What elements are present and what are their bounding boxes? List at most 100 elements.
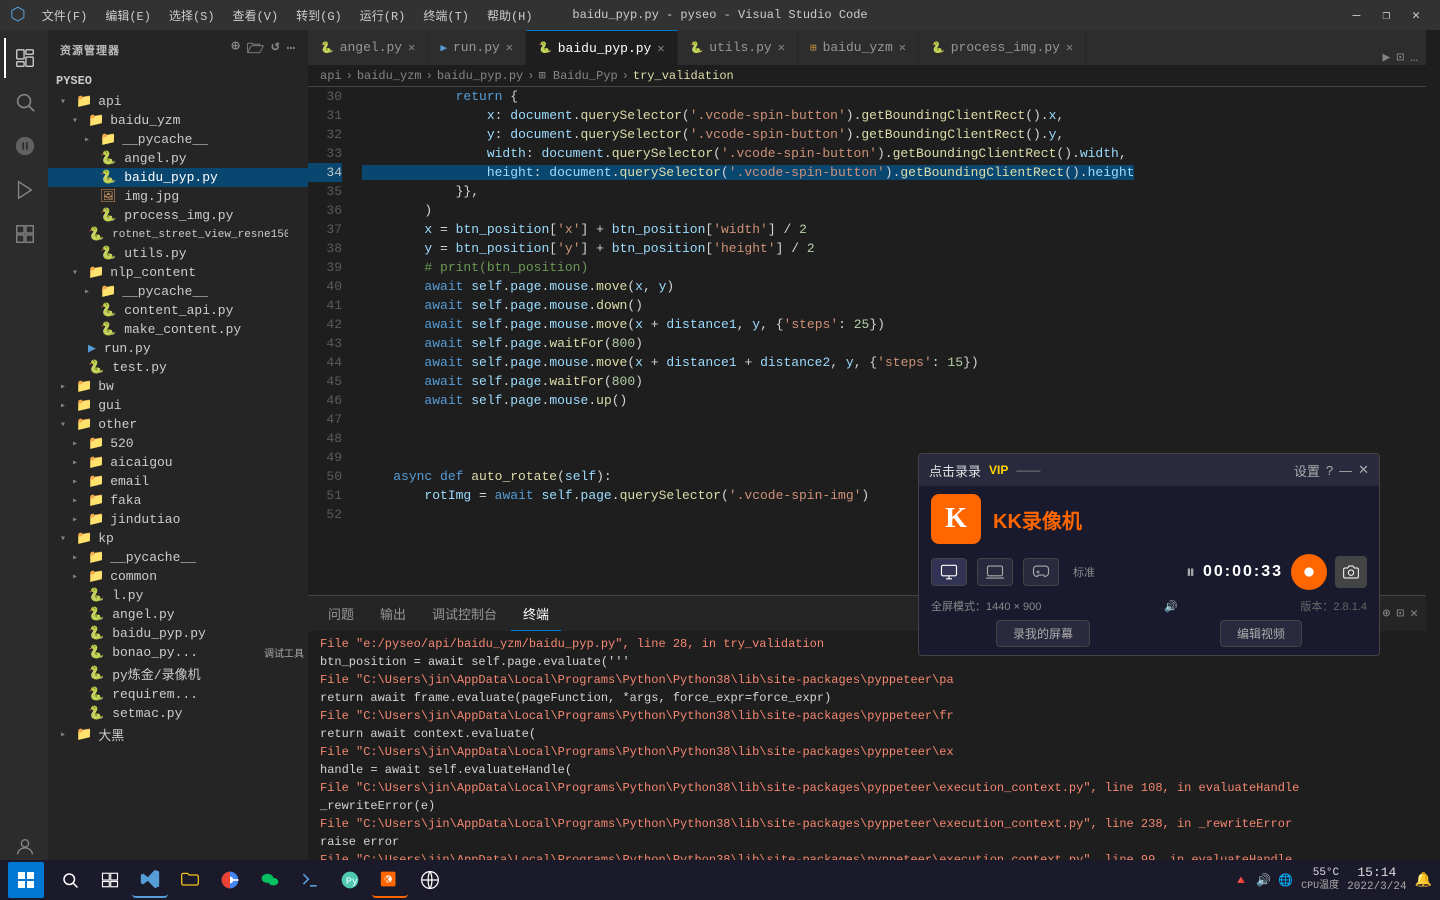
tree-item-angel-py[interactable]: 🐍angel.py [48, 149, 308, 168]
taskbar-terminal[interactable] [292, 862, 328, 898]
activity-explorer[interactable] [4, 38, 44, 78]
tree-item-baidu-pyp2[interactable]: 🐍baidu_pyp.py [48, 624, 308, 643]
menu-select[interactable]: 选择(S) [161, 5, 223, 26]
tab-baidu-yzm[interactable]: ⊞baidu_yzm ✕ [798, 30, 919, 65]
taskbar-kk-recorder[interactable]: K [372, 862, 408, 898]
tree-item-faka[interactable]: ▸📁faka [48, 491, 308, 510]
tab-close-process[interactable]: ✕ [1066, 40, 1073, 55]
activity-debug[interactable] [4, 170, 44, 210]
panel-content[interactable]: File "e:/pyseo/api/baidu_yzm/baidu_pyp.p… [308, 631, 1426, 875]
tree-item-process-img[interactable]: 🐍process_img.py [48, 206, 308, 225]
split-button[interactable]: ⊡ [1396, 50, 1404, 65]
tab-close-baidu-pyp[interactable]: ✕ [657, 41, 664, 56]
taskbar-browser2[interactable] [412, 862, 448, 898]
menu-run[interactable]: 运行(R) [352, 5, 414, 26]
activity-extensions[interactable] [4, 214, 44, 254]
tree-item-pylianji[interactable]: 🐍py炼金/录像机 [48, 662, 308, 685]
panel-tab-debug[interactable]: 调试控制台 [420, 596, 509, 631]
tab-close-run[interactable]: ✕ [506, 40, 513, 55]
collapse-button[interactable]: … [287, 38, 296, 62]
kk-edit-video-button[interactable]: 编辑视频 [1220, 620, 1302, 647]
tree-item-jindutiao[interactable]: ▸📁jindutiao [48, 510, 308, 529]
tab-close-utils[interactable]: ✕ [778, 40, 785, 55]
kk-screenshot-button[interactable] [1335, 556, 1367, 588]
start-button[interactable] [8, 862, 44, 898]
tree-item-email[interactable]: ▸📁email [48, 472, 308, 491]
panel-tab-output[interactable]: 输出 [368, 596, 418, 631]
breadcrumb-method[interactable]: try_validation [633, 69, 734, 83]
tree-item-test[interactable]: 🐍test.py [48, 358, 308, 377]
kk-my-screen-button[interactable]: 录我的屏幕 [996, 620, 1090, 647]
panel-close-button[interactable]: ✕ [1410, 606, 1418, 621]
tree-item-baidu-yzm[interactable]: ▾📁baidu_yzm [48, 111, 308, 130]
kk-laptop-btn[interactable] [977, 558, 1013, 586]
menu-terminal[interactable]: 终端(T) [415, 5, 477, 26]
tree-item-requirem[interactable]: 🐍requirem... [48, 685, 308, 704]
kk-record-button[interactable] [1291, 554, 1327, 590]
tree-item-make-content[interactable]: 🐍make_content.py [48, 320, 308, 339]
kk-title-right[interactable]: 设置 ? — ✕ [1294, 461, 1369, 480]
panel-split-button[interactable]: ⊡ [1396, 606, 1404, 621]
tree-item-pycache3[interactable]: ▸📁__pycache__ [48, 548, 308, 567]
tree-item-rotnet[interactable]: 🐍rotnet_street_view_resne150_keras... [48, 225, 288, 244]
menu-view[interactable]: 查看(V) [225, 5, 287, 26]
panel-tab-terminal[interactable]: 终端 [511, 596, 561, 631]
minimize-button[interactable]: — [1343, 6, 1371, 25]
tree-item-utils[interactable]: 🐍utils.py [48, 244, 308, 263]
taskbar-notification[interactable]: 🔔 [1415, 872, 1432, 889]
breadcrumb-class[interactable]: ⊞ Baidu_Pyp [538, 68, 617, 83]
more-button[interactable]: … [1410, 50, 1418, 65]
tab-run[interactable]: ▶run.py ✕ [428, 30, 526, 65]
tree-item-l-py[interactable]: 🐍l.py [48, 586, 308, 605]
tree-item-other[interactable]: ▾📁other [48, 415, 308, 434]
tree-item-nlp[interactable]: ▾📁nlp_content [48, 263, 308, 282]
tree-item-img[interactable]: 🖼img.jpg [48, 187, 308, 206]
tree-item-setmac[interactable]: 🐍setmac.py [48, 704, 308, 723]
tree-item-520[interactable]: ▸📁520 [48, 434, 308, 453]
tab-utils[interactable]: 🐍utils.py ✕ [678, 30, 798, 65]
kk-pause-button[interactable]: ⏸ [1186, 562, 1195, 583]
taskbar-chrome[interactable] [212, 862, 248, 898]
breadcrumb-baidu-yzm[interactable]: baidu_yzm [357, 69, 422, 83]
run-button[interactable]: ▶ [1383, 50, 1391, 65]
menu-goto[interactable]: 转到(G) [288, 5, 350, 26]
new-file-button[interactable]: ⊕ [231, 38, 240, 62]
menu-edit[interactable]: 编辑(E) [97, 5, 159, 26]
panel-tab-problems[interactable]: 问题 [316, 596, 366, 631]
window-controls[interactable]: — ❐ ✕ [1343, 6, 1430, 25]
tree-item-gui[interactable]: ▸📁gui [48, 396, 308, 415]
tree-item-bonao[interactable]: 🐍bonao_py... 调试工具 [48, 643, 308, 662]
taskbar-python[interactable]: Py [332, 862, 368, 898]
tab-baidu-pyp[interactable]: 🐍baidu_pyp.py ✕ [526, 30, 678, 65]
tab-close-yzm[interactable]: ✕ [899, 40, 906, 55]
taskbar-view[interactable] [92, 862, 128, 898]
taskbar-vscode[interactable] [132, 862, 168, 898]
kk-settings-button[interactable]: 设置 [1294, 461, 1320, 480]
tree-item-kp[interactable]: ▾📁kp [48, 529, 308, 548]
panel-add-button[interactable]: ⊕ [1383, 606, 1391, 621]
tree-item-api[interactable]: ▾📁api [48, 92, 308, 111]
refresh-button[interactable]: ↺ [271, 38, 280, 62]
tree-item-dahei[interactable]: ▸📁大黑 [48, 723, 308, 746]
kk-gamepad-btn[interactable] [1023, 558, 1059, 586]
menu-bar[interactable]: 文件(F) 编辑(E) 选择(S) 查看(V) 转到(G) 运行(R) 终端(T… [34, 5, 541, 26]
kk-monitor-btn[interactable] [931, 558, 967, 586]
close-button[interactable]: ✕ [1402, 6, 1430, 25]
taskbar-wechat[interactable] [252, 862, 288, 898]
tab-close-angel[interactable]: ✕ [408, 40, 415, 55]
menu-help[interactable]: 帮助(H) [479, 5, 541, 26]
tree-item-run[interactable]: ▶run.py [48, 339, 308, 358]
tree-item-content-api[interactable]: 🐍content_api.py [48, 301, 308, 320]
tree-item-common[interactable]: ▸📁common [48, 567, 308, 586]
maximize-button[interactable]: ❐ [1372, 6, 1400, 25]
kk-close-button[interactable]: ✕ [1358, 462, 1369, 478]
tree-item-angel2[interactable]: 🐍angel.py [48, 605, 308, 624]
tree-item-pycache2[interactable]: ▸📁__pycache__ [48, 282, 308, 301]
taskbar-sys-icons[interactable]: 🔺 🔊 🌐 [1234, 873, 1293, 888]
tab-process-img[interactable]: 🐍process_img.py ✕ [919, 30, 1086, 65]
activity-search[interactable] [4, 82, 44, 122]
sidebar-actions[interactable]: ⊕ 🗁 ↺ … [231, 38, 296, 62]
breadcrumb-api[interactable]: api [320, 69, 342, 83]
tree-item-pycache[interactable]: ▸📁__pycache__ [48, 130, 308, 149]
new-folder-button[interactable]: 🗁 [247, 38, 265, 62]
